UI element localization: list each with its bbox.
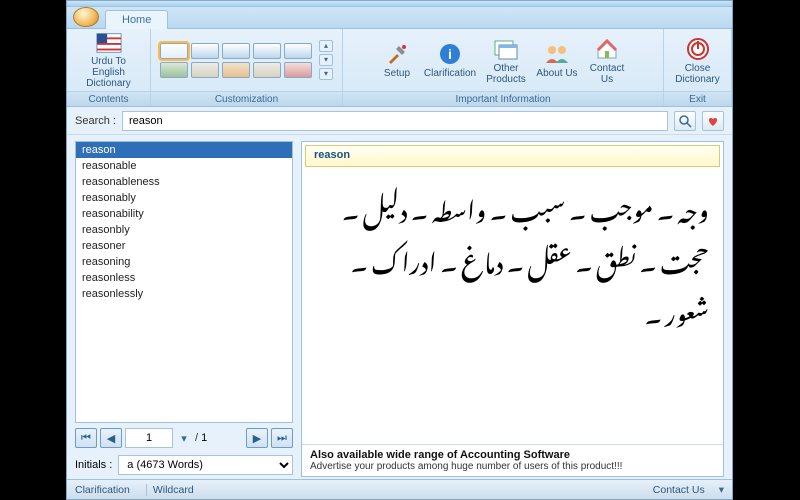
swatch-scroller: ▴ ▾ ▾	[319, 40, 333, 80]
search-bar: Search :	[67, 107, 732, 135]
promo-subline: Advertise your products among huge numbe…	[310, 461, 715, 472]
info-icon: i	[437, 41, 463, 67]
theme-swatch[interactable]	[160, 62, 188, 78]
list-item[interactable]: reasonless	[76, 270, 292, 286]
promo-box: Also available wide range of Accounting …	[302, 444, 723, 476]
definition-panel: reason وجہ ۔ موجب ۔ سبب ۔ واسطہ ۔ دلیل ۔…	[301, 141, 724, 477]
list-item[interactable]: reasonableness	[76, 174, 292, 190]
ribbon-group-information: Setup i Clarification Other Products Abo…	[343, 29, 664, 106]
app-menu-orb[interactable]	[73, 7, 99, 27]
button-label: Other Products	[486, 63, 525, 85]
theme-swatch[interactable]	[253, 43, 281, 59]
list-item[interactable]: reasoning	[76, 254, 292, 270]
work-area: reasonreasonablereasonablenessreasonably…	[67, 135, 732, 479]
ribbon: Urdu To English Dictionary Contents	[67, 29, 732, 107]
pager-current-input[interactable]	[125, 428, 173, 448]
urdu-to-english-button[interactable]: Urdu To English Dictionary	[80, 31, 138, 89]
list-item[interactable]: reasonability	[76, 206, 292, 222]
power-icon	[685, 36, 711, 62]
about-us-button[interactable]: About Us	[532, 31, 582, 89]
definition-urdu: وجہ ۔ موجب ۔ سبب ۔ واسطہ ۔ دلیل ۔ حجت ۔ …	[302, 170, 723, 444]
search-input[interactable]	[122, 111, 668, 131]
search-button[interactable]	[674, 111, 696, 131]
status-bar: Clarification Wildcard Contact Us ▾	[67, 479, 732, 499]
theme-swatch[interactable]	[253, 62, 281, 78]
list-item[interactable]: reasonbly	[76, 222, 292, 238]
pager-next-button[interactable]: ▶	[246, 428, 268, 448]
close-dictionary-button[interactable]: Close Dictionary	[670, 31, 725, 89]
tools-icon	[384, 41, 410, 67]
status-wildcard[interactable]: Wildcard	[153, 484, 194, 496]
list-item[interactable]: reasonable	[76, 158, 292, 174]
ribbon-tab-strip: Home	[67, 7, 732, 29]
button-label: Setup	[384, 68, 410, 79]
button-label: Contact Us	[590, 63, 624, 85]
favorite-button[interactable]	[702, 111, 724, 131]
theme-swatches	[160, 43, 312, 78]
initials-select[interactable]: a (4673 Words)	[118, 455, 293, 475]
svg-text:i: i	[448, 46, 452, 62]
pager-prev-button[interactable]: ◀	[100, 428, 122, 448]
theme-swatch[interactable]	[284, 62, 312, 78]
pager-total: 1	[201, 432, 207, 444]
group-label: Important Information	[343, 91, 663, 106]
tab-home[interactable]: Home	[105, 10, 168, 29]
promo-headline: Also available wide range of Accounting …	[310, 449, 715, 461]
word-list[interactable]: reasonreasonablereasonablenessreasonably…	[75, 141, 293, 423]
initials-row: Initials : a (4673 Words)	[75, 453, 293, 477]
contact-us-button[interactable]: Contact Us	[582, 31, 632, 89]
ribbon-group-customization: ▴ ▾ ▾ Customization	[151, 29, 343, 106]
people-icon	[544, 41, 570, 67]
scroll-up-icon[interactable]: ▴	[319, 40, 333, 52]
list-item[interactable]: reasonably	[76, 190, 292, 206]
theme-swatch[interactable]	[191, 43, 219, 59]
last-icon: ⏭	[277, 432, 287, 445]
pager: ⏮ ◀ ▾ / 1 ▶ ⏭	[75, 426, 293, 450]
next-icon: ▶	[253, 432, 261, 445]
chevron-down-icon: ▾	[181, 432, 187, 445]
search-icon	[678, 114, 692, 128]
clarification-button[interactable]: i Clarification	[420, 31, 480, 89]
swatch-more-icon[interactable]: ▾	[319, 68, 333, 80]
headword: reason	[305, 145, 720, 167]
pager-separator: /	[195, 432, 198, 444]
app-window: { "tabs": { "home": "Home" }, "ribbon": …	[66, 0, 733, 500]
theme-swatch[interactable]	[222, 43, 250, 59]
pager-dropdown-button[interactable]: ▾	[176, 428, 192, 448]
pager-last-button[interactable]: ⏭	[271, 428, 293, 448]
left-panel: reasonreasonablereasonablenessreasonably…	[75, 141, 293, 477]
theme-swatch[interactable]	[284, 43, 312, 59]
button-label: Clarification	[424, 68, 476, 79]
ribbon-group-exit: Close Dictionary Exit	[664, 29, 732, 106]
list-item[interactable]: reasonlessly	[76, 286, 292, 302]
initials-label: Initials :	[75, 459, 112, 471]
list-item[interactable]: reason	[76, 142, 292, 158]
chevron-down-icon: ▾	[719, 484, 724, 496]
home-icon	[594, 36, 620, 62]
first-icon: ⏮	[81, 432, 91, 445]
theme-swatch[interactable]	[160, 43, 188, 59]
status-contact[interactable]: Contact Us	[653, 484, 705, 496]
button-label: About Us	[536, 68, 577, 79]
button-label: Urdu To English Dictionary	[80, 56, 138, 89]
status-clarification[interactable]: Clarification	[75, 484, 130, 496]
pager-first-button[interactable]: ⏮	[75, 428, 97, 448]
button-label: Close Dictionary	[675, 63, 719, 85]
other-products-button[interactable]: Other Products	[480, 31, 532, 89]
ribbon-group-contents: Urdu To English Dictionary Contents	[67, 29, 151, 106]
theme-swatch[interactable]	[191, 62, 219, 78]
group-label: Customization	[151, 91, 342, 106]
search-label: Search :	[75, 115, 116, 127]
heart-icon	[706, 114, 720, 128]
products-icon	[493, 36, 519, 62]
divider	[146, 484, 147, 496]
group-label: Exit	[664, 91, 731, 106]
flag-icon	[96, 31, 122, 55]
list-item[interactable]: reasoner	[76, 238, 292, 254]
setup-button[interactable]: Setup	[374, 31, 420, 89]
scroll-down-icon[interactable]: ▾	[319, 54, 333, 66]
group-label: Contents	[67, 91, 150, 106]
prev-icon: ◀	[107, 432, 115, 445]
theme-swatch[interactable]	[222, 62, 250, 78]
